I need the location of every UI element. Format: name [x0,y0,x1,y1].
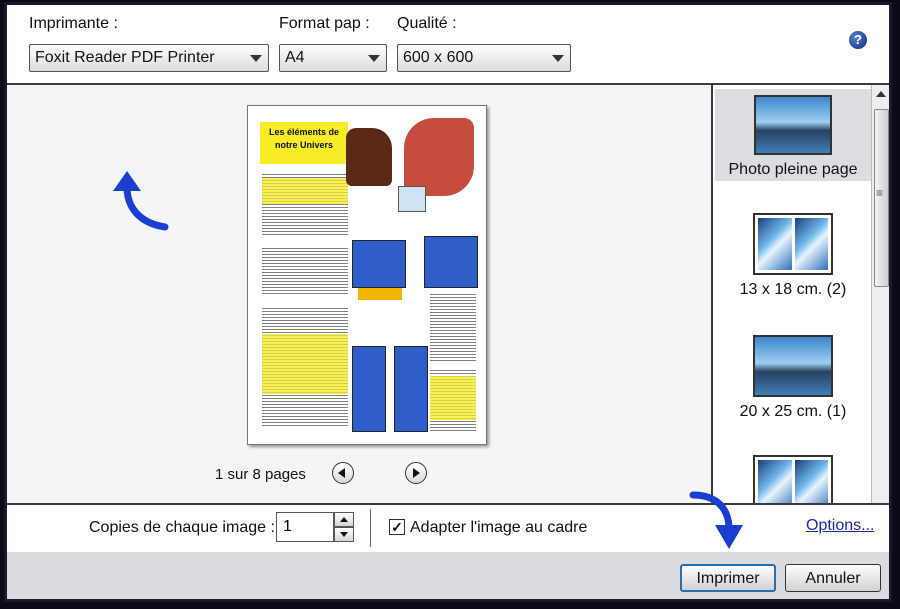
chevron-down-icon [250,55,262,62]
layout-item-full-page[interactable]: Photo pleine page [715,89,871,181]
layout-thumbnail [753,213,833,275]
previous-page-icon[interactable] [332,462,354,484]
print-pictures-dialog: Imprimante : Foxit Reader PDF Printer Fo… [4,2,892,602]
quality-select[interactable]: 600 x 600 [397,44,571,72]
copies-increment-button[interactable] [334,512,354,527]
fit-to-frame-label[interactable]: Adapter l'image au cadre [410,519,587,537]
divider [370,509,371,547]
layout-thumbnail [754,95,832,155]
preview-illustration-cylinder [352,346,386,432]
preview-illustration-log [346,128,392,186]
scrollbar-thumb[interactable] [874,109,889,287]
fit-to-frame-checkbox[interactable]: ✓ [389,519,405,535]
preview-illustration-flame [358,288,402,300]
layout-label: 13 x 18 cm. (2) [739,281,847,298]
paper-size-label: Format pap : [279,15,370,32]
print-button[interactable]: Imprimer [680,564,776,592]
scroll-up-icon[interactable] [876,91,886,97]
copies-input[interactable] [276,512,334,542]
layout-item-20x25[interactable]: 20 x 25 cm. (1) [715,329,871,425]
layout-thumbnail [753,335,833,397]
cancel-button[interactable]: Annuler [785,564,881,592]
preview-illustration-beaker [424,236,478,288]
printer-select[interactable]: Foxit Reader PDF Printer [29,44,269,72]
print-settings-bar: Imprimante : Foxit Reader PDF Printer Fo… [7,5,889,85]
layout-label: 20 x 25 cm. (1) [739,403,847,420]
quality-label: Qualité : [397,15,457,32]
page-counter: 1 sur 8 pages [215,466,306,483]
paper-size-select[interactable]: A4 [279,44,387,72]
annotation-arrow-icon [113,171,169,231]
help-icon[interactable]: ? [849,31,867,49]
printer-label: Imprimante : [29,15,118,32]
layout-label: Photo pleine page [728,161,858,178]
copies-label: Copies de chaque image : [89,519,275,536]
preview-page-title: Les éléments de notre Univers [260,122,348,164]
annotation-arrow-icon [689,491,743,549]
layout-thumbnail [753,455,833,503]
layout-list: Photo pleine page 13 x 18 cm. (2) 20 x 2… [711,85,873,503]
dialog-button-bar: Imprimer Annuler [7,552,889,599]
quality-value: 600 x 600 [403,49,474,66]
page-preview-thumbnail: Les éléments de notre Univers [247,105,487,445]
copies-decrement-button[interactable] [334,527,354,542]
layout-item-13x18[interactable]: 13 x 18 cm. (2) [715,207,871,303]
paper-size-value: A4 [285,49,305,66]
preview-text-block [430,292,476,362]
print-options-row: Copies de chaque image : ✓ Adapter l'ima… [7,503,889,554]
print-preview-area: Les éléments de notre Univers 1 sur 8 pa… [7,85,709,503]
preview-illustration-glass [398,186,426,212]
preview-highlight [262,334,348,394]
preview-text-block [262,246,348,296]
preview-highlight [262,178,348,204]
options-link[interactable]: Options... [806,517,874,535]
preview-highlight [430,376,476,420]
chevron-down-icon [368,55,380,62]
next-page-icon[interactable] [405,462,427,484]
chevron-down-icon [552,55,564,62]
preview-illustration-cylinder [394,346,428,432]
printer-select-value: Foxit Reader PDF Printer [35,49,215,66]
preview-illustration-hand [404,118,474,196]
preview-illustration-beaker [352,240,406,288]
layout-scrollbar[interactable] [871,85,889,503]
